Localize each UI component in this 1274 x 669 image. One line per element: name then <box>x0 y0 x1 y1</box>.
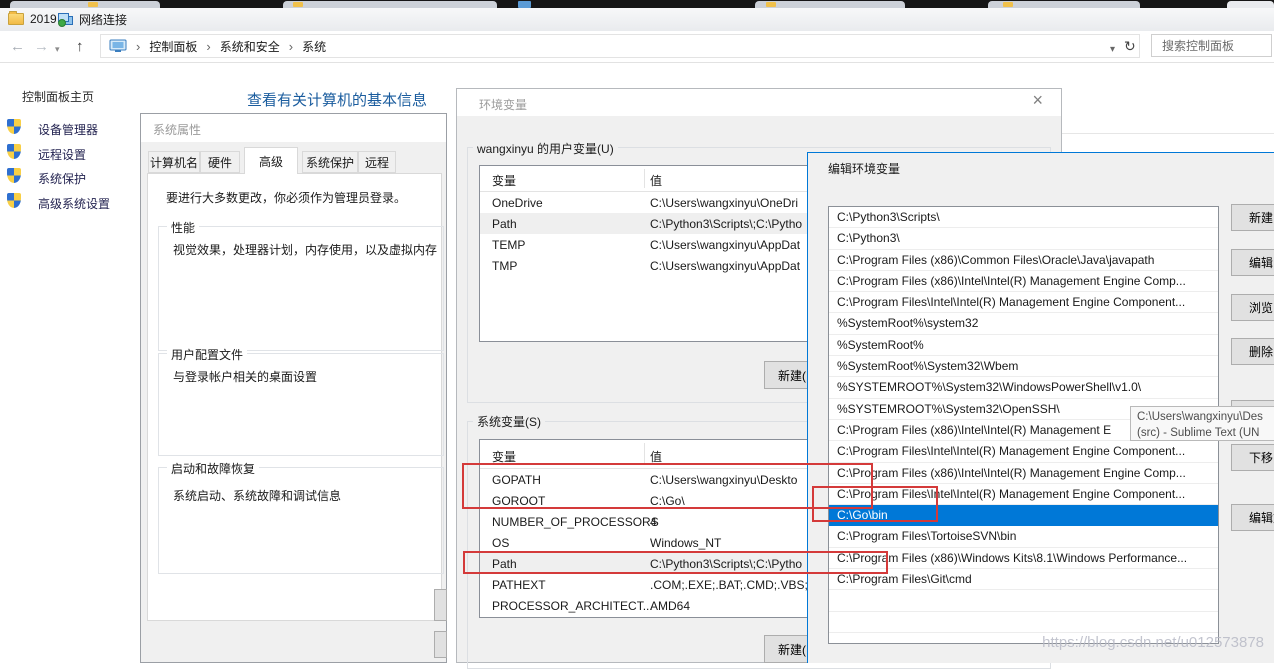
button-fragment[interactable] <box>434 589 447 621</box>
group-desc: 与登录帐户相关的桌面设置 <box>173 368 317 385</box>
explorer-toolbar: ← → ▾ ↑ › 控制面板 › 系统和安全 › 系统 ▾ ↻ <box>0 31 1274 63</box>
admin-note: 要进行大多数更改，你必须作为管理员登录。 <box>166 189 406 206</box>
search-input[interactable] <box>1152 35 1274 56</box>
page-title: 查看有关计算机的基本信息 <box>247 89 427 110</box>
background-tab[interactable] <box>755 1 905 8</box>
group-desc: 系统启动、系统故障和调试信息 <box>173 487 341 504</box>
dialog-title: 环境变量 <box>479 96 527 113</box>
app-icon <box>518 1 531 8</box>
list-item[interactable]: C:\Program Files (x86)\Intel\Intel(R) Ma… <box>829 463 1218 484</box>
up-icon[interactable]: ↑ <box>76 39 84 54</box>
back-icon[interactable]: ← <box>10 39 25 54</box>
dialog-title: 编辑环境变量 <box>828 160 900 177</box>
search-box[interactable] <box>1151 34 1272 57</box>
browser-tab-strip <box>0 0 1274 8</box>
forward-icon[interactable]: → <box>34 39 49 54</box>
list-item[interactable]: C:\Program Files (x86)\Intel\Intel(R) Ma… <box>829 271 1218 292</box>
button-fragment[interactable] <box>434 631 447 658</box>
divider <box>1062 133 1274 134</box>
column-divider[interactable] <box>644 443 645 465</box>
address-dropdown-icon[interactable]: ▾ <box>1110 42 1115 57</box>
tab-network-connections[interactable]: 网络连接 <box>52 8 133 30</box>
watermark: https://blog.csdn.net/u012573878 <box>1020 634 1264 651</box>
tab-label: 网络连接 <box>79 11 127 28</box>
startup-recovery-group <box>158 467 444 574</box>
background-tab[interactable] <box>10 1 160 8</box>
list-item[interactable]: C:\Program Files (x86)\Common Files\Orac… <box>829 250 1218 271</box>
tooltip-line: C:\Users\wangxinyu\Des <box>1137 409 1268 425</box>
group-label: 系统变量(S) <box>473 413 545 430</box>
folder-icon <box>766 2 776 7</box>
system-properties-dialog: 系统属性 计算机名 硬件 高级 系统保护 远程 要进行大多数更改，你必须作为管理… <box>140 113 447 663</box>
uac-shield-icon <box>7 168 21 183</box>
delete-button[interactable]: 删除 <box>1231 338 1274 365</box>
group-label: wangxinyu 的用户变量(U) <box>473 140 618 157</box>
breadcrumb-system-security[interactable]: 系统和安全 <box>220 38 280 55</box>
uac-shield-icon <box>7 193 21 208</box>
address-bar[interactable]: › 控制面板 › 系统和安全 › 系统 <box>100 34 1140 58</box>
list-item-empty[interactable] <box>829 612 1218 633</box>
list-item[interactable]: C:\Python3\ <box>829 228 1218 249</box>
annotation-box-path <box>463 551 888 574</box>
sidebar-item-device-manager[interactable]: 设备管理器 <box>38 121 98 138</box>
folder-icon <box>293 2 303 7</box>
tab-advanced[interactable]: 高级 <box>244 147 298 174</box>
tooltip-line: (src) - Sublime Text (UN <box>1137 425 1268 441</box>
dialog-titlebar[interactable]: 系统属性 <box>141 114 446 142</box>
column-header-variable[interactable]: 变量 <box>492 172 516 189</box>
list-item[interactable]: C:\Program Files\TortoiseSVN\bin <box>829 526 1218 547</box>
list-item[interactable]: %SYSTEMROOT%\System32\WindowsPowerShell\… <box>829 377 1218 398</box>
list-item[interactable]: %SystemRoot%\System32\Wbem <box>829 356 1218 377</box>
uac-shield-icon <box>7 144 21 159</box>
annotation-box-go-bin <box>812 486 938 522</box>
chevron-icon: › <box>136 39 140 54</box>
folder-icon <box>8 13 24 25</box>
chevron-icon: › <box>206 39 210 54</box>
uac-shield-icon <box>7 119 21 134</box>
tab-hardware[interactable]: 硬件 <box>200 151 240 173</box>
edit-button[interactable]: 编辑 <box>1231 249 1274 276</box>
tab-remote[interactable]: 远程 <box>358 151 396 173</box>
list-item[interactable]: %SystemRoot% <box>829 335 1218 356</box>
sidebar-item-advanced-settings[interactable]: 高级系统设置 <box>38 195 110 212</box>
group-label: 启动和故障恢复 <box>167 460 259 477</box>
sidebar-item-home[interactable]: 控制面板主页 <box>22 88 94 105</box>
dialog-titlebar[interactable]: 环境变量 × <box>457 89 1061 116</box>
list-item[interactable]: C:\Program Files\Intel\Intel(R) Manageme… <box>829 441 1218 462</box>
list-item[interactable]: %SystemRoot%\system32 <box>829 313 1218 334</box>
dialog-title: 系统属性 <box>153 121 201 138</box>
move-down-button[interactable]: 下移 <box>1231 444 1274 471</box>
refresh-icon[interactable]: ↻ <box>1124 39 1136 54</box>
computer-icon <box>109 39 127 53</box>
new-button[interactable]: 新建 <box>1231 204 1274 231</box>
list-item[interactable]: C:\Python3\Scripts\ <box>829 207 1218 228</box>
folder-icon <box>88 2 98 7</box>
recent-pages-dropdown-icon[interactable]: ▾ <box>55 42 60 57</box>
group-label: 性能 <box>167 219 199 236</box>
list-item[interactable]: C:\Program Files\Intel\Intel(R) Manageme… <box>829 292 1218 313</box>
tab-computer-name[interactable]: 计算机名 <box>148 151 200 173</box>
breadcrumb-control-panel[interactable]: 控制面板 <box>149 38 197 55</box>
list-item-empty[interactable] <box>829 590 1218 611</box>
background-tab[interactable] <box>283 1 497 8</box>
breadcrumb-system[interactable]: 系统 <box>302 38 326 55</box>
network-icon <box>58 13 73 25</box>
tab-row: 2019 网络连接 <box>0 8 1274 32</box>
sidebar-item-remote-settings[interactable]: 远程设置 <box>38 146 86 163</box>
tab-system-protection[interactable]: 系统保护 <box>302 151 358 173</box>
background-tab[interactable] <box>1227 1 1274 8</box>
chevron-icon: › <box>289 39 293 54</box>
group-label: 用户配置文件 <box>167 346 247 363</box>
sidebar-item-system-protection[interactable]: 系统保护 <box>38 170 86 187</box>
group-desc: 视觉效果，处理器计划，内存使用，以及虚拟内存 <box>173 241 437 258</box>
column-divider[interactable] <box>644 169 645 188</box>
browse-button[interactable]: 浏览 <box>1231 294 1274 321</box>
edit-text-button[interactable]: 编辑文 <box>1231 504 1274 531</box>
column-header-value[interactable]: 值 <box>650 172 662 189</box>
tooltip: C:\Users\wangxinyu\Des (src) - Sublime T… <box>1130 406 1274 441</box>
close-icon[interactable]: × <box>1032 90 1043 111</box>
folder-icon <box>1003 2 1013 7</box>
